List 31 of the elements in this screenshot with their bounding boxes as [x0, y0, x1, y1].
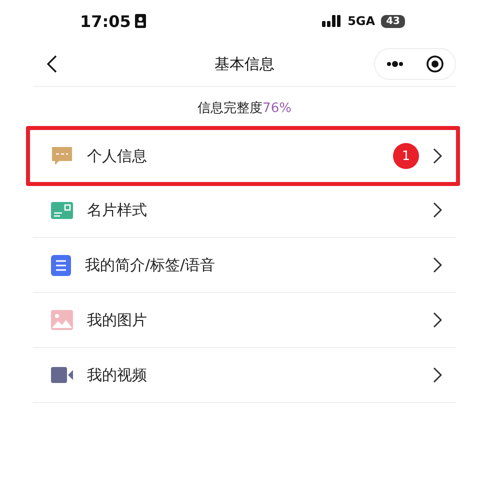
- menu-row[interactable]: 我的视频: [33, 348, 456, 403]
- card-icon: [51, 202, 73, 218]
- menu-row[interactable]: 我的简介/标签/语音: [33, 238, 456, 293]
- video-camera-icon: [51, 367, 73, 383]
- row-label: 个人信息: [87, 146, 148, 166]
- image-icon: [51, 310, 73, 330]
- row-label: 我的图片: [87, 310, 148, 330]
- chevron-right-icon: [433, 148, 442, 164]
- person-card-icon: [134, 14, 146, 28]
- network-type: 5GA: [348, 14, 376, 28]
- completeness-text: 信息完整度76%: [198, 101, 292, 116]
- document-icon: [51, 254, 71, 276]
- row-label: 我的视频: [87, 366, 148, 384]
- menu-row[interactable]: 我的图片: [33, 293, 456, 348]
- signal-icon: [322, 15, 342, 27]
- chevron-right-icon: [433, 312, 442, 328]
- more-icon[interactable]: [386, 61, 404, 67]
- back-icon[interactable]: [47, 55, 57, 73]
- row-label: 我的简介/标签/语音: [85, 256, 216, 274]
- menu-row[interactable]: 名片样式: [33, 183, 456, 238]
- chat-icon: [51, 146, 73, 166]
- count-badge: 1: [393, 143, 419, 169]
- close-target-icon[interactable]: [426, 55, 444, 73]
- row-label: 名片样式: [87, 200, 148, 220]
- battery-level: 43: [381, 14, 405, 28]
- page-title: 基本信息: [214, 54, 274, 74]
- chevron-right-icon: [433, 257, 442, 273]
- status-time: 17:05: [80, 12, 131, 30]
- menu-row[interactable]: 个人信息 1: [33, 129, 456, 183]
- chevron-right-icon: [433, 367, 442, 383]
- chevron-right-icon: [433, 202, 442, 218]
